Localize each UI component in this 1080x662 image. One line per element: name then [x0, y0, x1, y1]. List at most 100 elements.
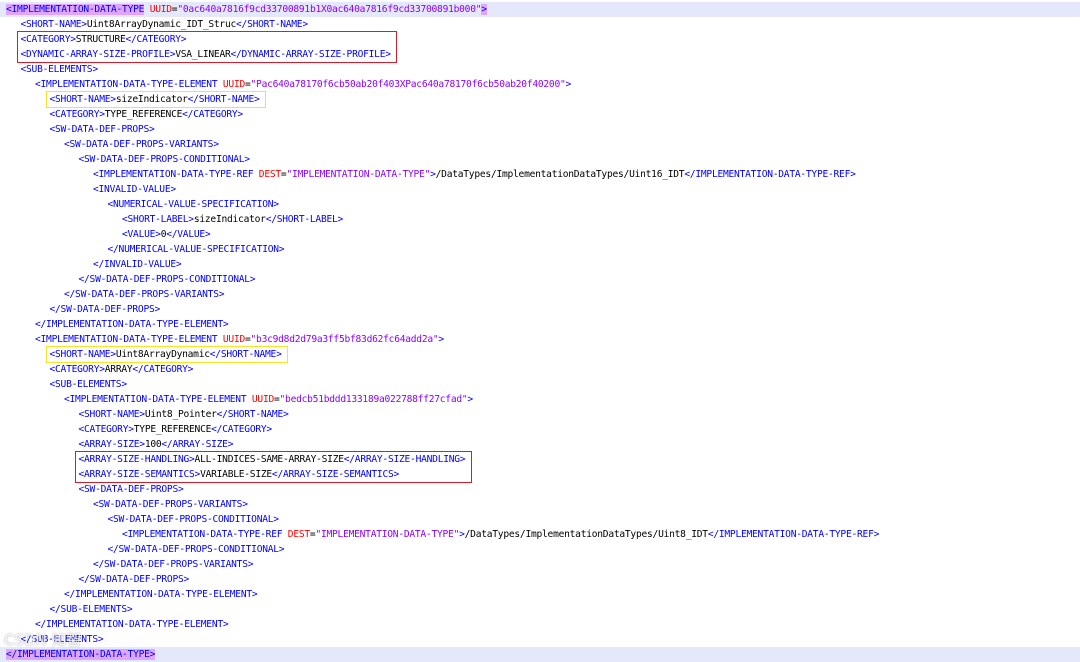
- xml-tag: </IMPLEMENTATION-DATA-TYPE-REF>: [684, 169, 856, 180]
- xml-tag: </CATEGORY>: [132, 364, 194, 375]
- xml-tag: </SW-DATA-DEF-PROPS>: [49, 304, 161, 315]
- xml-tag: </NUMERICAL-VALUE-SPECIFICATION>: [107, 244, 285, 255]
- code-line[interactable]: <IMPLEMENTATION-DATA-TYPE-ELEMENT UUID="…: [0, 332, 1080, 347]
- code-line[interactable]: <ARRAY-SIZE-HANDLING>ALL-INDICES-SAME-AR…: [0, 452, 1080, 467]
- code-line[interactable]: <IMPLEMENTATION-DATA-TYPE-ELEMENT UUID="…: [0, 77, 1080, 92]
- xml-tag: </INVALID-VALUE>: [93, 259, 182, 270]
- xml-tag: </SW-DATA-DEF-PROPS-VARIANTS>: [64, 289, 225, 300]
- code-line[interactable]: <DYNAMIC-ARRAY-SIZE-PROFILE>VSA_LINEAR</…: [0, 47, 1080, 62]
- code-line[interactable]: </IMPLEMENTATION-DATA-TYPE-ELEMENT>: [0, 617, 1080, 632]
- xml-tag: </ARRAY-SIZE-SEMANTICS>: [271, 469, 400, 480]
- code-line[interactable]: <SW-DATA-DEF-PROPS>: [0, 122, 1080, 137]
- xml-tag: >: [565, 79, 572, 90]
- xml-tag: <INVALID-VALUE>: [93, 184, 176, 195]
- code-line[interactable]: <CATEGORY>TYPE_REFERENCE</CATEGORY>: [0, 107, 1080, 122]
- xml-tag: <SHORT-NAME>: [20, 19, 88, 30]
- xml-tag: </SHORT-NAME>: [236, 19, 308, 30]
- xml-tag: </SHORT-NAME>: [209, 349, 282, 360]
- xml-text: /DataTypes/ImplementationDataTypes/Uint1…: [435, 169, 685, 180]
- code-line[interactable]: </SW-DATA-DEF-PROPS>: [0, 572, 1080, 587]
- code-line[interactable]: </IMPLEMENTATION-DATA-TYPE-ELEMENT>: [0, 587, 1080, 602]
- code-line[interactable]: </NUMERICAL-VALUE-SPECIFICATION>: [0, 242, 1080, 257]
- code-line[interactable]: <ARRAY-SIZE>100</ARRAY-SIZE>: [0, 437, 1080, 452]
- xml-attribute: UUID: [251, 394, 274, 405]
- xml-tag: </SUB-ELEMENTS>: [49, 604, 133, 615]
- xml-tag: </ARRAY-SIZE>: [161, 439, 234, 450]
- attribute-value: "0ac640a7816f9cd33700891b1X0ac640a7816f9…: [177, 4, 482, 15]
- xml-tag: </DYNAMIC-ARRAY-SIZE-PROFILE>: [230, 49, 392, 60]
- code-line[interactable]: </IMPLEMENTATION-DATA-TYPE-ELEMENT>: [0, 317, 1080, 332]
- code-line[interactable]: <SHORT-NAME>Uint8ArrayDynamic</SHORT-NAM…: [0, 347, 1080, 362]
- xml-tag: <SW-DATA-DEF-PROPS-CONDITIONAL>: [78, 154, 251, 165]
- code-line[interactable]: </SW-DATA-DEF-PROPS>: [0, 302, 1080, 317]
- xml-tag: <NUMERICAL-VALUE-SPECIFICATION>: [107, 199, 280, 210]
- xml-tag: </SHORT-LABEL>: [265, 214, 344, 225]
- xml-tag: <IMPLEMENTATION-DATA-TYPE-ELEMENT: [64, 394, 247, 405]
- code-line[interactable]: </SW-DATA-DEF-PROPS-CONDITIONAL>: [0, 272, 1080, 287]
- xml-tag: <CATEGORY>: [78, 424, 135, 435]
- xml-tag: <SHORT-NAME>: [49, 94, 117, 105]
- code-line[interactable]: <SW-DATA-DEF-PROPS-VARIANTS>: [0, 497, 1080, 512]
- code-line[interactable]: <SHORT-NAME>sizeIndicator</SHORT-NAME>: [0, 92, 1080, 107]
- xml-tag: <ARRAY-SIZE>: [78, 439, 146, 450]
- xml-tag: <CATEGORY>: [20, 34, 77, 45]
- code-line[interactable]: <IMPLEMENTATION-DATA-TYPE-REF DEST="IMPL…: [0, 167, 1080, 182]
- root-tag: >: [481, 4, 487, 15]
- xml-text: /DataTypes/ImplementationDataTypes/Uint8…: [464, 529, 708, 540]
- code-line[interactable]: <CATEGORY>ARRAY</CATEGORY>: [0, 362, 1080, 377]
- xml-attribute: UUID: [222, 334, 245, 345]
- code-line[interactable]: <SW-DATA-DEF-PROPS-CONDITIONAL>: [0, 512, 1080, 527]
- xml-tag: </CATEGORY>: [125, 34, 187, 45]
- xml-tag: <SHORT-LABEL>: [122, 214, 194, 225]
- xml-tag: </SW-DATA-DEF-PROPS-CONDITIONAL>: [107, 544, 285, 555]
- code-line[interactable]: </SW-DATA-DEF-PROPS-CONDITIONAL>: [0, 542, 1080, 557]
- code-line[interactable]: </IMPLEMENTATION-DATA-TYPE>: [0, 647, 1080, 662]
- code-line[interactable]: </SW-DATA-DEF-PROPS-VARIANTS>: [0, 287, 1080, 302]
- xml-tag: <SHORT-NAME>: [49, 349, 117, 360]
- code-line[interactable]: <CATEGORY>TYPE_REFERENCE</CATEGORY>: [0, 422, 1080, 437]
- code-line[interactable]: <IMPLEMENTATION-DATA-TYPE UUID="0ac640a7…: [0, 2, 1080, 17]
- code-line[interactable]: <CATEGORY>STRUCTURE</CATEGORY>: [0, 32, 1080, 47]
- code-line[interactable]: <SUB-ELEMENTS>: [0, 377, 1080, 392]
- code-line[interactable]: <SW-DATA-DEF-PROPS>: [0, 482, 1080, 497]
- code-line[interactable]: <NUMERICAL-VALUE-SPECIFICATION>: [0, 197, 1080, 212]
- code-line[interactable]: <VALUE>0</VALUE>: [0, 227, 1080, 242]
- xml-tag: <SW-DATA-DEF-PROPS-CONDITIONAL>: [107, 514, 280, 525]
- xml-tag: <IMPLEMENTATION-DATA-TYPE-ELEMENT: [35, 79, 218, 90]
- xml-tag: <IMPLEMENTATION-DATA-TYPE-REF: [122, 529, 283, 540]
- attribute-value: "b3c9d8d2d79a3ff5bf83d62fc64add2a": [250, 334, 439, 345]
- xml-tag: <SHORT-NAME>: [78, 409, 146, 420]
- xml-tag: </SW-DATA-DEF-PROPS-CONDITIONAL>: [78, 274, 256, 285]
- xml-attribute: UUID: [222, 79, 245, 90]
- code-line[interactable]: <SHORT-NAME>Uint8_Pointer</SHORT-NAME>: [0, 407, 1080, 422]
- watermark: CSDN 知智: [4, 631, 82, 649]
- xml-editor[interactable]: <IMPLEMENTATION-DATA-TYPE UUID="0ac640a7…: [0, 0, 1080, 662]
- code-line[interactable]: <SUB-ELEMENTS>: [0, 62, 1080, 77]
- code-line[interactable]: </SW-DATA-DEF-PROPS-VARIANTS>: [0, 557, 1080, 572]
- attribute-value: "IMPLEMENTATION-DATA-TYPE": [315, 529, 460, 540]
- xml-text: TYPE_REFERENCE: [104, 109, 183, 120]
- xml-tag: <CATEGORY>: [49, 109, 106, 120]
- code-line[interactable]: <ARRAY-SIZE-SEMANTICS>VARIABLE-SIZE</ARR…: [0, 467, 1080, 482]
- xml-tag: <SW-DATA-DEF-PROPS-VARIANTS>: [93, 499, 248, 510]
- code-line[interactable]: <SHORT-NAME>Uint8ArrayDynamic_IDT_Struc<…: [0, 17, 1080, 32]
- code-line[interactable]: <SW-DATA-DEF-PROPS-CONDITIONAL>: [0, 152, 1080, 167]
- code-line[interactable]: <SHORT-LABEL>sizeIndicator</SHORT-LABEL>: [0, 212, 1080, 227]
- xml-tag: </SW-DATA-DEF-PROPS>: [78, 574, 190, 585]
- code-line[interactable]: <SW-DATA-DEF-PROPS-VARIANTS>: [0, 137, 1080, 152]
- xml-tag: <SUB-ELEMENTS>: [49, 379, 128, 390]
- xml-text: sizeIndicator: [193, 214, 266, 225]
- attribute-value: "IMPLEMENTATION-DATA-TYPE": [286, 169, 431, 180]
- code-line[interactable]: </INVALID-VALUE>: [0, 257, 1080, 272]
- code-line[interactable]: </SUB-ELEMENTS>: [0, 632, 1080, 647]
- xml-text: Uint8ArrayDynamic_IDT_Struc: [86, 19, 237, 30]
- xml-tag: <SW-DATA-DEF-PROPS-VARIANTS>: [64, 139, 219, 150]
- code-line[interactable]: <INVALID-VALUE>: [0, 182, 1080, 197]
- code-line[interactable]: <IMPLEMENTATION-DATA-TYPE-REF DEST="IMPL…: [0, 527, 1080, 542]
- root-tag: <IMPLEMENTATION-DATA-TYPE: [6, 4, 145, 15]
- xml-tag: <SW-DATA-DEF-PROPS>: [49, 124, 155, 135]
- code-line[interactable]: <IMPLEMENTATION-DATA-TYPE-ELEMENT UUID="…: [0, 392, 1080, 407]
- code-line[interactable]: </SUB-ELEMENTS>: [0, 602, 1080, 617]
- xml-text: ALL-INDICES-SAME-ARRAY-SIZE: [194, 454, 344, 465]
- xml-tag: <DYNAMIC-ARRAY-SIZE-PROFILE>: [20, 49, 176, 60]
